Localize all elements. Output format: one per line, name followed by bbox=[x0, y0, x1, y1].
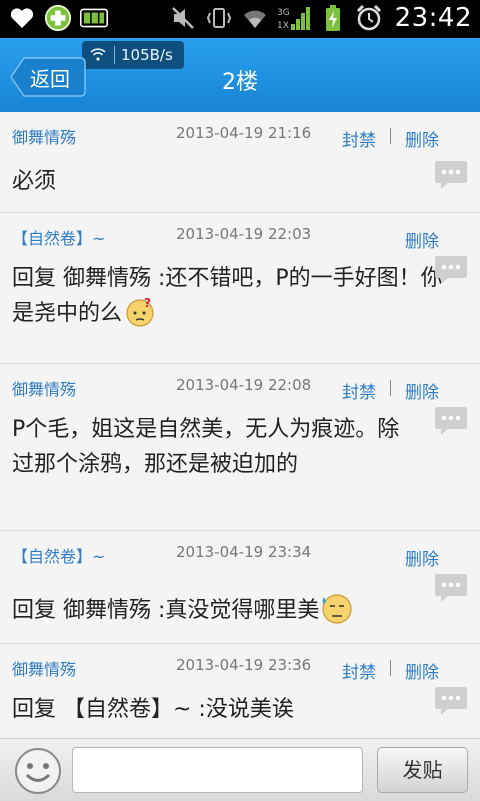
delete-button[interactable]: 删除 bbox=[405, 126, 439, 151]
post-time: 2013-04-19 22:08 bbox=[176, 376, 312, 394]
post-content: 回复 【自然卷】~ :没说美诶 bbox=[12, 697, 294, 722]
post-content: P个毛，姐这是自然美，无人为痕迹。除过那个涂鸦，那还是被迫加的 bbox=[12, 417, 400, 477]
post-item: 【自然卷】~ 2013-04-19 22:03 删除 回复 御舞情殇 :还不错吧… bbox=[0, 213, 480, 364]
divider bbox=[390, 660, 391, 676]
confused-emoji-icon: ? bbox=[126, 296, 154, 327]
post-author[interactable]: 御舞情殇 bbox=[12, 124, 76, 148]
post-time: 2013-04-19 23:34 bbox=[176, 543, 312, 561]
post-item: 【自然卷】~ 2013-04-19 23:34 删除 回复 御舞情殇 :真没觉得… bbox=[0, 531, 480, 644]
delete-button[interactable]: 删除 bbox=[405, 545, 439, 570]
post-item: 御舞情殇 2013-04-19 21:16 封禁 删除 必须 bbox=[0, 112, 480, 213]
ban-button[interactable]: 封禁 bbox=[342, 658, 376, 683]
heart-icon bbox=[8, 4, 36, 32]
reply-bubble-icon[interactable] bbox=[434, 571, 468, 605]
post-content: 回复 御舞情殇 :还不错吧，P的一手好图！你是尧中的么? bbox=[12, 266, 443, 327]
post-author[interactable]: 御舞情殇 bbox=[12, 376, 76, 400]
post-item: 御舞情殇 2013-04-19 22:08 封禁 删除 P个毛，姐这是自然美，无… bbox=[0, 364, 480, 531]
net-speed-text: 105B/s bbox=[121, 46, 173, 64]
post-item: 御舞情殇 2013-04-19 23:36 封禁 删除 回复 【自然卷】~ :没… bbox=[0, 644, 480, 738]
reply-input[interactable] bbox=[72, 747, 363, 793]
wifi-small-icon bbox=[82, 46, 114, 65]
reply-bubble-icon[interactable] bbox=[434, 253, 468, 287]
battery-charging-icon bbox=[319, 4, 347, 32]
post-author[interactable]: 【自然卷】~ bbox=[12, 225, 105, 249]
post-time: 2013-04-19 21:16 bbox=[176, 124, 312, 142]
delete-button[interactable]: 删除 bbox=[405, 378, 439, 403]
sweat-emoji-icon bbox=[322, 594, 353, 624]
composer-bar: 发贴 bbox=[0, 738, 480, 801]
send-button[interactable]: 发贴 bbox=[377, 747, 468, 793]
clock-time: 23:42 bbox=[394, 3, 472, 33]
post-time: 2013-04-19 23:36 bbox=[176, 656, 312, 674]
status-bar: 3G 1X 23:42 bbox=[0, 0, 480, 38]
post-content: 回复 御舞情殇 :真没觉得哪里美 bbox=[12, 591, 460, 628]
wifi-icon bbox=[241, 4, 269, 32]
reply-bubble-icon[interactable] bbox=[434, 158, 468, 192]
post-list[interactable]: 御舞情殇 2013-04-19 21:16 封禁 删除 必须 【自然卷】~ 20… bbox=[0, 112, 480, 738]
emoji-picker-icon[interactable] bbox=[14, 747, 62, 795]
post-time: 2013-04-19 22:03 bbox=[176, 225, 312, 243]
svg-text:1X: 1X bbox=[277, 21, 289, 31]
post-author[interactable]: 御舞情殇 bbox=[12, 656, 76, 680]
vibrate-icon bbox=[205, 4, 233, 32]
svg-text:?: ? bbox=[144, 296, 151, 310]
alarm-icon bbox=[355, 4, 383, 32]
signal-3g-icon: 3G 1X bbox=[277, 4, 311, 32]
delete-button[interactable]: 删除 bbox=[405, 658, 439, 683]
reply-bubble-icon[interactable] bbox=[434, 684, 468, 718]
keyboard-icon bbox=[80, 4, 108, 32]
page-title: 2楼 bbox=[222, 70, 258, 95]
app-plus-icon bbox=[44, 4, 72, 32]
mute-icon bbox=[169, 4, 197, 32]
divider bbox=[390, 380, 391, 396]
post-content: 必须 bbox=[12, 169, 57, 194]
divider bbox=[390, 128, 391, 144]
ban-button[interactable]: 封禁 bbox=[342, 378, 376, 403]
post-author[interactable]: 【自然卷】~ bbox=[12, 543, 105, 567]
network-type-label: 3G bbox=[277, 8, 290, 18]
delete-button[interactable]: 删除 bbox=[405, 227, 439, 252]
title-bar: 105B/s 返回 2楼 bbox=[0, 38, 480, 112]
ban-button[interactable]: 封禁 bbox=[342, 126, 376, 151]
reply-bubble-icon[interactable] bbox=[434, 404, 468, 438]
